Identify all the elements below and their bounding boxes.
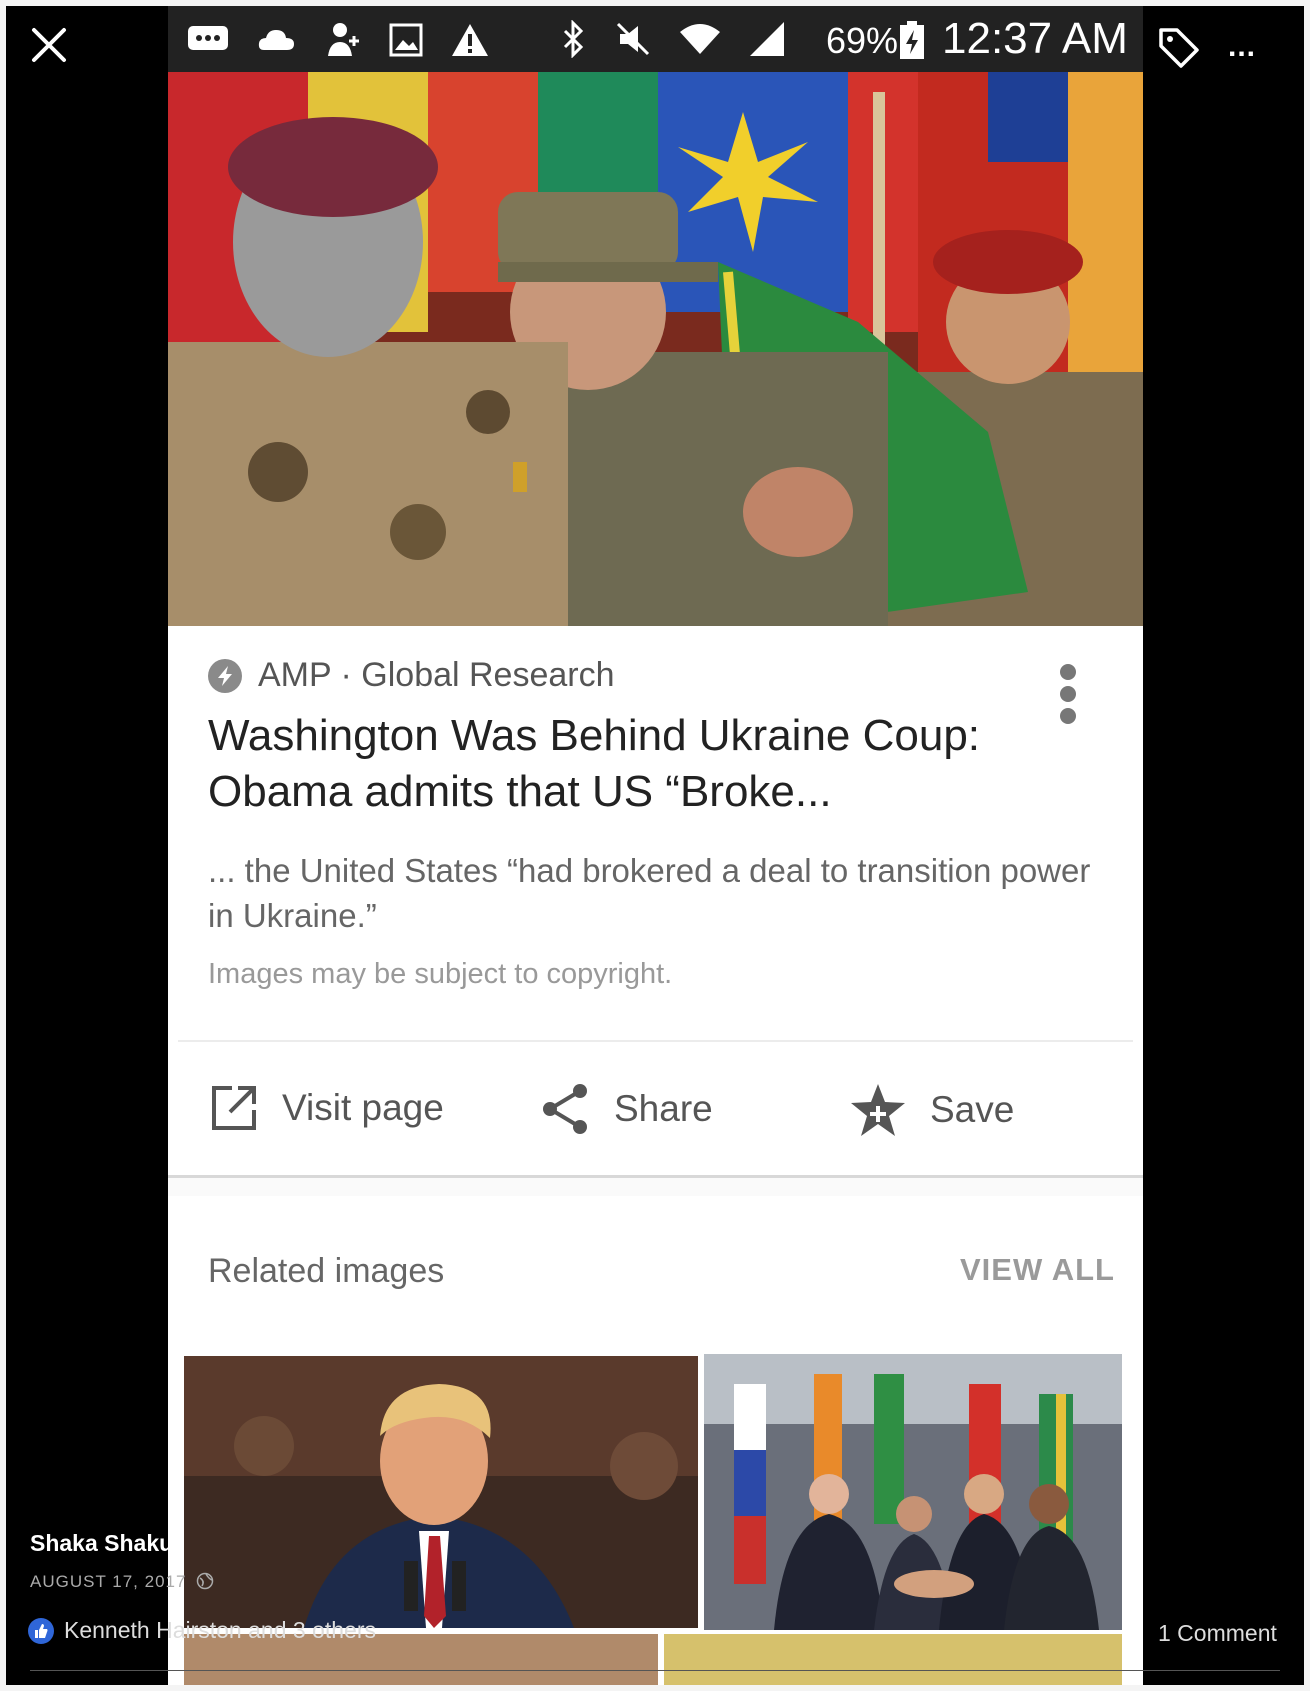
divider (30, 1670, 1280, 1671)
related-image-thumbnail[interactable] (184, 1356, 698, 1628)
message-icon (188, 26, 228, 50)
article-snippet: ... the United States “had brokered a de… (208, 852, 1091, 934)
wifi-icon (680, 24, 720, 54)
post-author-name[interactable]: Shaka Shakur (30, 1530, 182, 1557)
kebab-dot (1060, 708, 1076, 724)
close-icon (32, 28, 66, 62)
close-button[interactable] (26, 22, 72, 68)
post-date-label: AUGUST 17, 2017 (30, 1572, 187, 1591)
kebab-dot (1060, 686, 1076, 702)
battery-charging-icon (900, 21, 924, 59)
visit-page-label: Visit page (282, 1087, 444, 1128)
article-hero-image[interactable] (168, 72, 1143, 626)
open-external-icon (212, 1086, 256, 1130)
action-bar: Visit page Share Save (168, 1082, 1143, 1162)
related-images-title: Related images (208, 1252, 445, 1290)
related-image-thumbnail[interactable] (704, 1354, 1122, 1630)
visit-page-button[interactable]: Visit page (208, 1082, 444, 1134)
mute-icon (616, 22, 650, 56)
amp-lightning-icon (208, 658, 242, 693)
speaker-at-podium-photo (184, 1356, 698, 1628)
star-add-icon (851, 1084, 905, 1136)
share-button[interactable]: Share (540, 1082, 713, 1136)
notification-icons (186, 20, 490, 60)
divider (178, 1040, 1133, 1042)
image-icon (389, 23, 423, 57)
article-headline[interactable]: Washington Was Behind Ukraine Coup: Obam… (208, 708, 1038, 820)
bluetooth-icon (563, 20, 584, 58)
cloud-icon (258, 30, 294, 50)
kebab-dot (1060, 664, 1076, 680)
like-icon (28, 1617, 54, 1644)
clock: 12:37 AM (942, 14, 1128, 63)
add-person-icon (328, 23, 359, 56)
more-options-button[interactable]: ... (1228, 30, 1256, 64)
share-icon (543, 1084, 587, 1134)
system-icons (558, 20, 786, 58)
leaders-handshake-photo (704, 1354, 1122, 1630)
status-bar: 69% 12:37 AM (168, 6, 1143, 72)
warning-icon (452, 24, 488, 56)
globe-icon (196, 1572, 214, 1590)
battery-percent: 69% (826, 20, 899, 61)
card-more-options-button[interactable] (1058, 664, 1078, 724)
share-label: Share (614, 1088, 713, 1129)
phone-screenshot: 69% 12:37 AM AMP · Global Research Washi… (168, 6, 1143, 1691)
view-all-link[interactable]: VIEW ALL (960, 1252, 1115, 1288)
tag-photo-button[interactable] (1155, 24, 1203, 72)
source-label: AMP · Global Research (258, 656, 615, 694)
signal-icon (750, 22, 784, 56)
comment-count[interactable]: 1 Comment (1158, 1620, 1277, 1647)
source-row[interactable]: AMP · Global Research (208, 656, 615, 695)
save-label: Save (930, 1089, 1015, 1130)
save-button[interactable]: Save (848, 1082, 1014, 1138)
copyright-notice: Images may be subject to copyright. (208, 958, 673, 990)
tag-icon (1159, 28, 1199, 68)
military-ceremony-photo (168, 72, 1143, 626)
post-date[interactable]: AUGUST 17, 2017 (30, 1572, 214, 1592)
reactions-label: Kenneth Hairston and 3 others (64, 1617, 376, 1643)
search-result-card: AMP · Global Research Washington Was Beh… (168, 626, 1143, 1178)
related-image-thumbnail[interactable] (664, 1634, 1122, 1691)
reactions-summary[interactable]: Kenneth Hairston and 3 others (28, 1617, 376, 1644)
